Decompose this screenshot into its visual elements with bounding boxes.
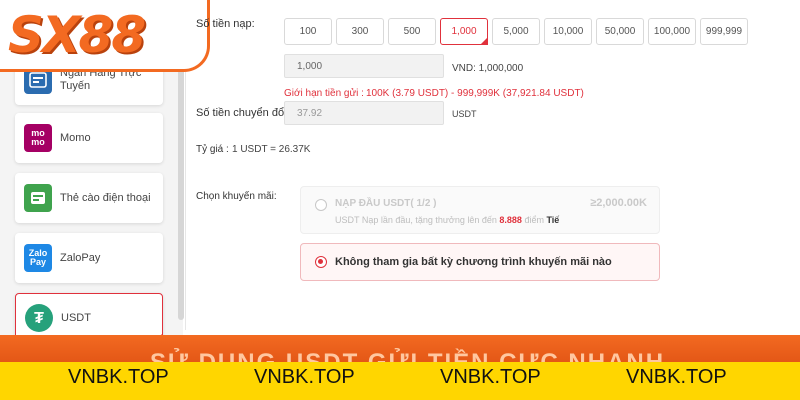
convert-label: Số tiền chuyển đổi: <box>196 107 290 119</box>
convert-unit: USDT <box>452 109 477 119</box>
amount-option[interactable]: 5,000 <box>492 18 540 45</box>
brand-logo[interactable]: SX88 <box>0 0 210 72</box>
promo-radio-none[interactable] <box>315 256 327 268</box>
watermark-text: VNBK.TOP <box>626 366 727 388</box>
amount-option[interactable]: 100,000 <box>648 18 696 45</box>
logo-text: SX88 <box>8 5 146 64</box>
phone-card-icon <box>24 184 52 212</box>
promo-highlight: 8.888 <box>499 215 522 225</box>
rate-value: 1 USDT = 26.37K <box>232 144 311 155</box>
watermark-text: VNBK.TOP <box>254 366 355 388</box>
payment-method-momo[interactable]: mo mo Momo <box>15 113 163 163</box>
promo-title: NẠP ĐẦU USDT( 1/2 ) <box>335 198 437 209</box>
promo-more-link[interactable]: Tiế <box>546 215 559 225</box>
amount-option[interactable]: 500 <box>388 18 436 45</box>
converted-amount-field: 37.92 <box>284 101 444 125</box>
payment-method-label: Momo <box>60 131 91 144</box>
tether-icon: ₮ <box>25 304 53 332</box>
payment-method-label: Thẻ cào điện thoại <box>60 191 151 204</box>
amount-option[interactable]: 300 <box>336 18 384 45</box>
amount-label: Số tiền nạp: <box>196 18 255 30</box>
promo-amount: ≥2,000.00K <box>590 197 647 209</box>
deposit-limit-label: Giới hạn tiền gửi : <box>284 88 364 99</box>
deposit-limit-value: 100K (3.79 USDT) - 999,999K (37,921.84 U… <box>366 88 584 99</box>
promo-none-text: Không tham gia bất kỳ chương trình khuyế… <box>335 256 612 268</box>
payment-method-label: USDT <box>61 311 91 324</box>
promo-desc-a: USDT Nạp lần đầu, tặng thưởng lên đến <box>335 215 497 225</box>
promo-option-first-deposit[interactable]: NẠP ĐẦU USDT( 1/2 ) ≥2,000.00K USDT Nạp … <box>300 186 660 234</box>
promo-radio-first-deposit[interactable] <box>315 199 327 211</box>
amount-option[interactable]: 999,999 <box>700 18 748 45</box>
promo-banner: SỬ DỤNG USDT GỬI TIỀN CỰC NHANH <box>0 335 800 365</box>
watermark-text: VNBK.TOP <box>440 366 541 388</box>
promo-option-none[interactable]: Không tham gia bất kỳ chương trình khuyế… <box>300 243 660 281</box>
momo-icon: mo mo <box>24 124 52 152</box>
vnd-equivalent: VND: 1,000,000 <box>452 63 524 74</box>
promo-desc-b: điểm <box>524 215 544 225</box>
rate-label: Tỷ giá : <box>196 144 229 155</box>
payment-method-phone-card[interactable]: Thẻ cào điện thoại <box>15 173 163 223</box>
payment-method-zalopay[interactable]: Zalo Pay ZaloPay <box>15 233 163 283</box>
promotion-label: Chọn khuyến mãi: <box>196 191 277 202</box>
amount-option[interactable]: 100 <box>284 18 332 45</box>
watermark-text: VNBK.TOP <box>68 366 169 388</box>
amount-input[interactable]: 1,000 <box>284 54 444 78</box>
promo-description: USDT Nạp lần đầu, tặng thưởng lên đến 8.… <box>335 215 559 225</box>
payment-method-label: ZaloPay <box>60 251 101 264</box>
amount-option-selected[interactable]: 1,000 <box>440 18 488 45</box>
sidebar-scrollbar[interactable] <box>178 60 184 320</box>
zalopay-icon: Zalo Pay <box>24 244 52 272</box>
amount-option[interactable]: 50,000 <box>596 18 644 45</box>
amount-option[interactable]: 10,000 <box>544 18 592 45</box>
